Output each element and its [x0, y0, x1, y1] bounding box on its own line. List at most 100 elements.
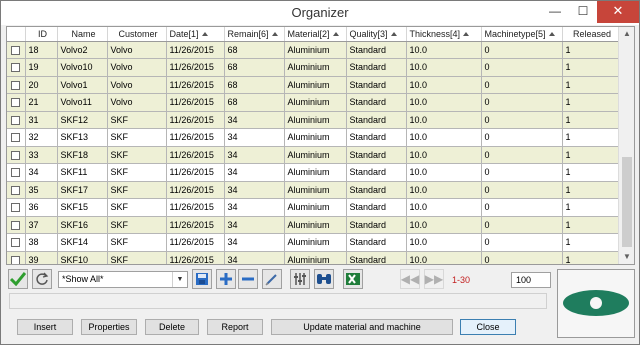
cell-quality[interactable]: Standard — [346, 58, 407, 77]
scroll-thumb[interactable] — [622, 157, 632, 247]
previous-page-button[interactable]: ◀◀ — [400, 269, 420, 289]
table-row[interactable]: 19 Volvo10 Volvo 11/26/2015 68 Aluminium Stand… — [7, 58, 620, 77]
cell-date[interactable]: 11/26/2015 — [166, 163, 225, 182]
cell-customer[interactable]: SKF — [107, 163, 167, 182]
maximize-button[interactable]: ☐ — [569, 1, 597, 23]
cell-remain[interactable]: 68 — [224, 58, 285, 77]
cell-date[interactable]: 11/26/2015 — [166, 216, 225, 234]
cell-customer[interactable]: Volvo — [107, 58, 167, 77]
cell-remain[interactable]: 34 — [224, 216, 285, 234]
cell-id[interactable]: 38 — [25, 233, 58, 252]
cell-released[interactable]: 1 — [562, 41, 620, 59]
cell-released[interactable]: 1 — [562, 198, 620, 217]
cell-remain[interactable]: 34 — [224, 233, 285, 252]
cell-thickness[interactable]: 10.0 — [406, 128, 482, 147]
cell-machinetype[interactable]: 0 — [481, 146, 563, 164]
cell-id[interactable]: 39 — [25, 251, 58, 264]
cell-released[interactable]: 1 — [562, 251, 620, 264]
table-row[interactable]: 20 Volvo1 Volvo 11/26/2015 68 Aluminium Standa… — [7, 76, 620, 94]
cell-thickness[interactable]: 10.0 — [406, 76, 482, 94]
cell-machinetype[interactable]: 0 — [481, 198, 563, 217]
cell-name[interactable]: SKF11 — [57, 163, 108, 182]
close-window-button[interactable]: ✕ — [597, 1, 639, 23]
cell-date[interactable]: 11/26/2015 — [166, 58, 225, 77]
cell-quality[interactable]: Standard — [346, 198, 407, 217]
cell-material[interactable]: Aluminium — [284, 58, 347, 77]
row-checkbox[interactable] — [11, 133, 20, 143]
cell-id[interactable]: 36 — [25, 198, 58, 217]
cell-customer[interactable]: SKF — [107, 216, 167, 234]
cell-date[interactable]: 11/26/2015 — [166, 128, 225, 147]
cell-released[interactable]: 1 — [562, 128, 620, 147]
cell-date[interactable]: 11/26/2015 — [166, 233, 225, 252]
cell-remain[interactable]: 34 — [224, 128, 285, 147]
cell-thickness[interactable]: 10.0 — [406, 93, 482, 112]
insert-button[interactable]: Insert — [17, 319, 73, 335]
refresh-button[interactable] — [32, 269, 52, 289]
table-row[interactable]: 36 SKF15 SKF 11/26/2015 34 Aluminium Standard 1… — [7, 198, 620, 217]
chevron-down-icon[interactable]: ▼ — [172, 272, 187, 287]
scroll-up-icon[interactable]: ▲ — [619, 27, 634, 41]
cell-id[interactable]: 34 — [25, 163, 58, 182]
cell-id[interactable]: 31 — [25, 111, 58, 129]
cell-quality[interactable]: Standard — [346, 233, 407, 252]
cell-machinetype[interactable]: 0 — [481, 93, 563, 112]
cell-id[interactable]: 37 — [25, 216, 58, 234]
cell-machinetype[interactable]: 0 — [481, 181, 563, 199]
cell-released[interactable]: 1 — [562, 163, 620, 182]
scroll-down-icon[interactable]: ▼ — [619, 250, 634, 264]
cell-remain[interactable]: 34 — [224, 251, 285, 264]
cell-machinetype[interactable]: 0 — [481, 216, 563, 234]
cell-remain[interactable]: 34 — [224, 181, 285, 199]
cell-released[interactable]: 1 — [562, 58, 620, 77]
cell-machinetype[interactable]: 0 — [481, 128, 563, 147]
cell-name[interactable]: SKF10 — [57, 251, 108, 264]
cell-released[interactable]: 1 — [562, 181, 620, 199]
edit-button[interactable] — [262, 269, 282, 289]
cell-name[interactable]: SKF12 — [57, 111, 108, 129]
delete-button[interactable]: Delete — [145, 319, 199, 335]
col-released[interactable]: Released — [562, 27, 620, 42]
cell-id[interactable]: 18 — [25, 41, 58, 59]
cell-thickness[interactable]: 10.0 — [406, 181, 482, 199]
table-row[interactable]: 38 SKF14 SKF 11/26/2015 34 Aluminium Standard 1… — [7, 233, 620, 252]
add-button[interactable] — [216, 269, 236, 289]
col-customer[interactable]: Customer — [107, 27, 167, 42]
cell-released[interactable]: 1 — [562, 233, 620, 252]
row-checkbox[interactable] — [11, 168, 20, 178]
cell-machinetype[interactable]: 0 — [481, 163, 563, 182]
table-row[interactable]: 37 SKF16 SKF 11/26/2015 34 Aluminium Standard 1… — [7, 216, 620, 234]
row-checkbox[interactable] — [11, 98, 20, 108]
vertical-scrollbar[interactable]: ▲ ▼ — [618, 27, 634, 264]
table-row[interactable]: 39 SKF10 SKF 11/26/2015 34 Aluminium Standard 1… — [7, 251, 620, 264]
row-checkbox[interactable] — [11, 203, 20, 213]
search-button[interactable] — [314, 269, 334, 289]
col-material[interactable]: Material[2] — [284, 27, 347, 42]
cell-machinetype[interactable]: 0 — [481, 233, 563, 252]
cell-customer[interactable]: SKF — [107, 198, 167, 217]
row-checkbox[interactable] — [11, 80, 20, 90]
cell-name[interactable]: SKF14 — [57, 233, 108, 252]
cell-thickness[interactable]: 10.0 — [406, 216, 482, 234]
col-name[interactable]: Name — [57, 27, 108, 42]
cell-thickness[interactable]: 10.0 — [406, 41, 482, 59]
cell-material[interactable]: Aluminium — [284, 93, 347, 112]
cell-customer[interactable]: SKF — [107, 251, 167, 264]
cell-name[interactable]: SKF17 — [57, 181, 108, 199]
col-machinetype[interactable]: Machinetype[5] — [481, 27, 563, 42]
page-size-input[interactable]: 100 — [511, 272, 551, 288]
row-checkbox[interactable] — [11, 150, 20, 160]
cell-name[interactable]: SKF16 — [57, 216, 108, 234]
col-thickness[interactable]: Thickness[4] — [406, 27, 482, 42]
row-checkbox[interactable] — [11, 63, 20, 73]
cell-quality[interactable]: Standard — [346, 251, 407, 264]
cell-remain[interactable]: 68 — [224, 76, 285, 94]
cell-remain[interactable]: 68 — [224, 93, 285, 112]
cell-material[interactable]: Aluminium — [284, 233, 347, 252]
cell-remain[interactable]: 34 — [224, 198, 285, 217]
row-checkbox[interactable] — [11, 115, 20, 125]
cell-machinetype[interactable]: 0 — [481, 41, 563, 59]
remove-button[interactable] — [238, 269, 258, 289]
row-checkbox[interactable] — [11, 185, 20, 195]
cell-date[interactable]: 11/26/2015 — [166, 93, 225, 112]
